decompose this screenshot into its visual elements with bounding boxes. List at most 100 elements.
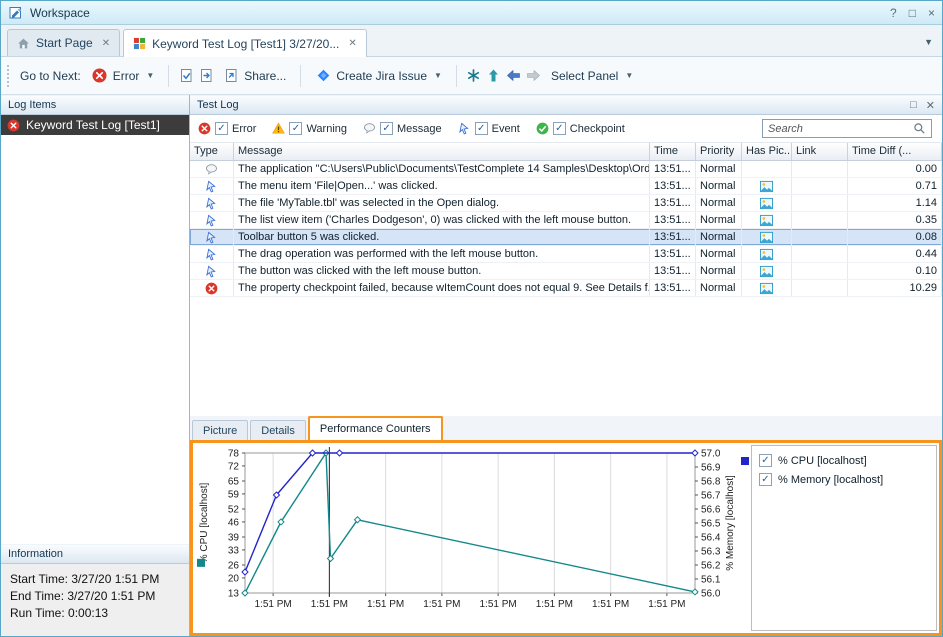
filter-checkpoint[interactable]: ✓Checkpoint (536, 122, 625, 135)
column-header-time[interactable]: Time (650, 143, 696, 160)
cpu-series-swatch (197, 559, 205, 567)
home-icon (17, 37, 30, 50)
test-log-panel-header: Test Log □ ✕ (190, 95, 942, 115)
tab-close-icon[interactable]: ✕ (348, 38, 356, 49)
svg-text:56.8: 56.8 (701, 477, 721, 488)
panel-close-icon[interactable]: ✕ (926, 99, 935, 112)
type-cell (190, 263, 234, 279)
information-panel-header: Information (1, 544, 189, 564)
back-arrow-icon[interactable] (506, 68, 522, 84)
log-item[interactable]: Keyword Test Log [Test1] (1, 115, 189, 135)
legend-checkbox[interactable]: ✓ (759, 473, 772, 486)
svg-text:56.4: 56.4 (701, 533, 721, 544)
table-row[interactable]: The list view item ('Charles Dodgeson', … (190, 212, 942, 229)
has-picture-cell (742, 229, 792, 245)
table-row[interactable]: The application "C:\Users\Public\Documen… (190, 161, 942, 178)
column-header-has-picture[interactable]: Has Pic... (742, 143, 792, 160)
table-row[interactable]: The button was clicked with the left mou… (190, 263, 942, 280)
main-toolbar: Go to Next: Error ▼ Share... Create Jira… (1, 57, 942, 95)
column-header-link[interactable]: Link (792, 143, 848, 160)
search-box[interactable] (762, 119, 932, 138)
picture-icon[interactable] (760, 248, 773, 261)
share-button[interactable]: Share... (218, 65, 291, 87)
upload-icon[interactable] (486, 68, 502, 84)
column-header-time-diff[interactable]: Time Diff (... (848, 143, 942, 160)
table-row[interactable]: The property checkpoint failed, because … (190, 280, 942, 297)
priority-cell: Normal (696, 212, 742, 228)
doc-tab-keyword-1[interactable]: Keyword Test Log [Test1] 3/27/20...✕ (123, 29, 367, 57)
search-input[interactable] (768, 123, 909, 135)
column-header-priority[interactable]: Priority (696, 143, 742, 160)
filter-checkbox[interactable]: ✓ (380, 122, 393, 135)
information-line: Start Time: 3/27/20 1:51 PM (10, 571, 180, 588)
save-results-icon[interactable] (198, 68, 214, 84)
legend-checkbox[interactable]: ✓ (759, 454, 772, 467)
filter-event[interactable]: ✓Event (458, 122, 520, 135)
has-picture-cell (742, 246, 792, 262)
time-diff-cell: 0.71 (848, 178, 942, 194)
time-diff-cell: 0.44 (848, 246, 942, 262)
legend-item-cpu-localhost[interactable]: ✓ % CPU [localhost] (759, 451, 929, 470)
log-items-list: Keyword Test Log [Test1] (1, 115, 189, 544)
table-row[interactable]: Toolbar button 5 was clicked.13:51...Nor… (190, 229, 942, 246)
filter-message[interactable]: ✓Message (363, 122, 442, 135)
panel-maximize-icon[interactable]: □ (910, 99, 917, 112)
tab-picture[interactable]: Picture (192, 420, 248, 440)
picture-icon[interactable] (760, 231, 773, 244)
help-button[interactable]: ? (890, 6, 897, 20)
export-results-icon[interactable] (178, 68, 194, 84)
filter-error[interactable]: ✓Error (198, 122, 256, 135)
filter-checkbox[interactable]: ✓ (475, 122, 488, 135)
picture-icon[interactable] (760, 197, 773, 210)
go-to-next-error-button[interactable]: Error ▼ (87, 65, 160, 87)
legend-label: % CPU [localhost] (778, 455, 867, 467)
legend-item-memory-localhost[interactable]: ✓% Memory [localhost] (759, 470, 929, 489)
svg-text:1:51 PM: 1:51 PM (423, 599, 460, 610)
has-picture-cell (742, 161, 792, 177)
picture-icon[interactable] (760, 265, 773, 278)
svg-text:1:51 PM: 1:51 PM (592, 599, 629, 610)
message-cell: The property checkpoint failed, because … (234, 280, 650, 296)
warning-icon (272, 122, 285, 135)
message-cell: The list view item ('Charles Dodgeson', … (234, 212, 650, 228)
table-row[interactable]: The drag operation was performed with th… (190, 246, 942, 263)
svg-text:56.6: 56.6 (701, 505, 721, 516)
picture-icon[interactable] (760, 214, 773, 227)
create-jira-issue-button[interactable]: Create Jira Issue ▼ (310, 65, 447, 87)
picture-icon[interactable] (760, 282, 773, 295)
time-cell: 13:51... (650, 263, 696, 279)
svg-text:% Memory [localhost]: % Memory [localhost] (725, 475, 736, 571)
forward-arrow-icon[interactable] (526, 68, 542, 84)
event-icon (205, 265, 218, 278)
share-button-label: Share... (244, 69, 286, 83)
checkpoint-icon (536, 122, 549, 135)
time-cell: 13:51... (650, 246, 696, 262)
tab-details[interactable]: Details (250, 420, 306, 440)
doc-tab-start-0[interactable]: Start Page✕ (7, 29, 120, 56)
close-button[interactable]: × (928, 6, 935, 20)
svg-text:56.3: 56.3 (701, 547, 721, 558)
priority-cell: Normal (696, 246, 742, 262)
column-header-type[interactable]: Type (190, 143, 234, 160)
svg-text:78: 78 (228, 449, 240, 460)
picture-icon[interactable] (760, 180, 773, 193)
filter-checkbox[interactable]: ✓ (289, 122, 302, 135)
event-icon (205, 231, 218, 244)
table-row[interactable]: The menu item 'File|Open...' was clicked… (190, 178, 942, 195)
filter-checkbox[interactable]: ✓ (215, 122, 228, 135)
tab-close-icon[interactable]: ✕ (102, 38, 110, 49)
select-panel-button[interactable]: Select Panel ▼ (546, 66, 638, 86)
filter-warning[interactable]: ✓Warning (272, 122, 347, 135)
performance-chart: 1:51 PM1:51 PM1:51 PM1:51 PM1:51 PM1:51 … (193, 443, 751, 633)
filter-checkbox[interactable]: ✓ (553, 122, 566, 135)
post-issue-icon[interactable] (466, 68, 482, 84)
column-header-message[interactable]: Message (234, 143, 650, 160)
search-icon[interactable] (913, 122, 926, 135)
time-diff-cell: 0.35 (848, 212, 942, 228)
toolbar-separator (456, 65, 457, 87)
tab-overflow-chevron-icon[interactable]: ▼ (924, 37, 933, 47)
tab-performance-counters[interactable]: Performance Counters (308, 416, 443, 440)
maximize-button[interactable]: □ (909, 6, 916, 20)
table-row[interactable]: The file 'MyTable.tbl' was selected in t… (190, 195, 942, 212)
toolbar-grip[interactable] (7, 65, 13, 87)
